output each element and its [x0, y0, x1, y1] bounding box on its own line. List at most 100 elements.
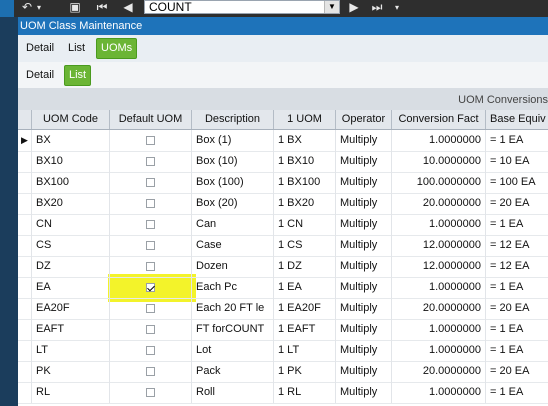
binoculars-icon[interactable]: ▣ — [67, 0, 83, 17]
row-selector[interactable] — [18, 256, 32, 277]
next-record-icon[interactable]: ▶ — [347, 0, 361, 17]
description-cell[interactable]: Case — [192, 235, 274, 256]
default-uom-checkbox[interactable] — [146, 199, 155, 208]
base-equiv-cell[interactable]: = 12 EA — [486, 256, 548, 277]
column-header-operator[interactable]: Operator — [336, 110, 392, 129]
uom-code-cell[interactable]: RL — [32, 382, 110, 403]
uom-code-cell[interactable]: CN — [32, 214, 110, 235]
table-row[interactable]: PK Pack 1 PK Multiply 20.0000000 = 20 EA — [18, 361, 548, 383]
base-equiv-cell[interactable]: = 10 EA — [486, 151, 548, 172]
last-record-icon[interactable]: ⏭ — [370, 0, 384, 17]
subtab-list[interactable]: List — [64, 65, 92, 86]
operator-cell[interactable]: Multiply — [336, 277, 392, 298]
column-header-1-uom[interactable]: 1 UOM — [274, 110, 336, 129]
row-selector[interactable] — [18, 361, 32, 382]
description-cell[interactable]: Box (1) — [192, 130, 274, 151]
uom-code-cell[interactable]: EA — [32, 277, 110, 298]
row-selector[interactable] — [18, 277, 32, 298]
base-equiv-cell[interactable]: = 1 EA — [486, 130, 548, 151]
table-row[interactable]: EA20F Each 20 FT le 1 EA20F Multiply 20.0000… — [18, 298, 548, 320]
chevron-down-icon[interactable]: ▾ — [392, 0, 402, 17]
operator-cell[interactable]: Multiply — [336, 319, 392, 340]
default-uom-checkbox[interactable] — [146, 241, 155, 250]
conversion-factor-cell[interactable]: 1.0000000 — [392, 214, 486, 235]
uom-code-cell[interactable]: BX20 — [32, 193, 110, 214]
base-equiv-cell[interactable]: = 12 EA — [486, 235, 548, 256]
one-uom-cell[interactable]: 1 BX20 — [274, 193, 336, 214]
panel-pin-icon[interactable] — [0, 0, 14, 17]
chevron-down-icon[interactable]: ▼ — [324, 1, 339, 13]
default-uom-checkbox[interactable] — [146, 304, 155, 313]
column-header-default-uom[interactable]: Default UOM — [110, 110, 192, 129]
table-row[interactable]: CS Case 1 CS Multiply 12.0000000 = 12 EA — [18, 235, 548, 257]
conversion-factor-cell[interactable]: 1.0000000 — [392, 382, 486, 403]
table-row[interactable]: EAFT FT forCOUNT 1 EAFT Multiply 1.0000000 = … — [18, 319, 548, 341]
one-uom-cell[interactable]: 1 RL — [274, 382, 336, 403]
conversion-factor-cell[interactable]: 100.0000000 — [392, 172, 486, 193]
uom-code-cell[interactable]: PK — [32, 361, 110, 382]
previous-record-icon[interactable]: ◀ — [121, 0, 135, 17]
base-equiv-cell[interactable]: = 1 EA — [486, 214, 548, 235]
description-cell[interactable]: Dozen — [192, 256, 274, 277]
one-uom-cell[interactable]: 1 EAFT — [274, 319, 336, 340]
chevron-down-icon[interactable]: ▾ — [34, 0, 44, 17]
table-row[interactable]: RL Roll 1 RL Multiply 1.0000000 = 1 EA — [18, 382, 548, 404]
operator-cell[interactable]: Multiply — [336, 256, 392, 277]
row-selector[interactable] — [18, 235, 32, 256]
description-cell[interactable]: Box (100) — [192, 172, 274, 193]
row-selector[interactable] — [18, 193, 32, 214]
base-equiv-cell[interactable]: = 1 EA — [486, 319, 548, 340]
uom-code-cell[interactable]: EAFT — [32, 319, 110, 340]
uom-code-cell[interactable]: CS — [32, 235, 110, 256]
base-equiv-cell[interactable]: = 20 EA — [486, 298, 548, 319]
first-record-icon[interactable]: ⏮ — [95, 0, 109, 17]
one-uom-cell[interactable]: 1 EA — [274, 277, 336, 298]
conversion-factor-cell[interactable]: 10.0000000 — [392, 151, 486, 172]
default-uom-checkbox[interactable] — [146, 346, 155, 355]
conversion-factor-cell[interactable]: 20.0000000 — [392, 361, 486, 382]
description-cell[interactable]: Pack — [192, 361, 274, 382]
one-uom-cell[interactable]: 1 CN — [274, 214, 336, 235]
conversion-factor-cell[interactable]: 20.0000000 — [392, 298, 486, 319]
operator-cell[interactable]: Multiply — [336, 214, 392, 235]
table-row[interactable]: LT Lot 1 LT Multiply 1.0000000 = 1 EA — [18, 340, 548, 362]
conversion-factor-cell[interactable]: 1.0000000 — [392, 130, 486, 151]
column-header-base-equiv[interactable]: Base Equiv — [486, 110, 548, 129]
operator-cell[interactable]: Multiply — [336, 382, 392, 403]
description-cell[interactable]: Can — [192, 214, 274, 235]
column-header-uom-code[interactable]: UOM Code — [32, 110, 110, 129]
table-row[interactable]: DZ Dozen 1 DZ Multiply 12.0000000 = 12 EA — [18, 256, 548, 278]
base-equiv-cell[interactable]: = 1 EA — [486, 277, 548, 298]
default-uom-checkbox[interactable] — [146, 262, 155, 271]
base-equiv-cell[interactable]: = 100 EA — [486, 172, 548, 193]
table-row[interactable]: EA Each Pc 1 EA Multiply 1.0000000 = 1 EA — [18, 277, 548, 299]
one-uom-cell[interactable]: 1 PK — [274, 361, 336, 382]
row-selector[interactable] — [18, 319, 32, 340]
uom-code-cell[interactable]: DZ — [32, 256, 110, 277]
operator-cell[interactable]: Multiply — [336, 193, 392, 214]
one-uom-cell[interactable]: 1 BX10 — [274, 151, 336, 172]
one-uom-cell[interactable]: 1 BX100 — [274, 172, 336, 193]
current-row-pointer-icon[interactable]: ▶ — [18, 130, 32, 151]
one-uom-cell[interactable]: 1 EA20F — [274, 298, 336, 319]
operator-cell[interactable]: Multiply — [336, 172, 392, 193]
column-header-description[interactable]: Description — [192, 110, 274, 129]
row-selector[interactable] — [18, 298, 32, 319]
one-uom-cell[interactable]: 1 CS — [274, 235, 336, 256]
tab-uoms[interactable]: UOMs — [96, 38, 138, 59]
tab-list[interactable]: List — [64, 39, 89, 58]
default-uom-checkbox[interactable] — [146, 157, 155, 166]
subtab-detail[interactable]: Detail — [22, 66, 58, 85]
base-equiv-cell[interactable]: = 20 EA — [486, 361, 548, 382]
row-selector[interactable] — [18, 151, 32, 172]
table-row[interactable]: CN Can 1 CN Multiply 1.0000000 = 1 EA — [18, 214, 548, 236]
description-cell[interactable]: Roll — [192, 382, 274, 403]
operator-cell[interactable]: Multiply — [336, 340, 392, 361]
operator-cell[interactable]: Multiply — [336, 361, 392, 382]
table-row[interactable]: BX20 Box (20) 1 BX20 Multiply 20.0000000 = 20… — [18, 193, 548, 215]
description-cell[interactable]: FT forCOUNT — [192, 319, 274, 340]
operator-cell[interactable]: Multiply — [336, 151, 392, 172]
row-selector[interactable] — [18, 214, 32, 235]
row-selector[interactable] — [18, 172, 32, 193]
one-uom-cell[interactable]: 1 DZ — [274, 256, 336, 277]
